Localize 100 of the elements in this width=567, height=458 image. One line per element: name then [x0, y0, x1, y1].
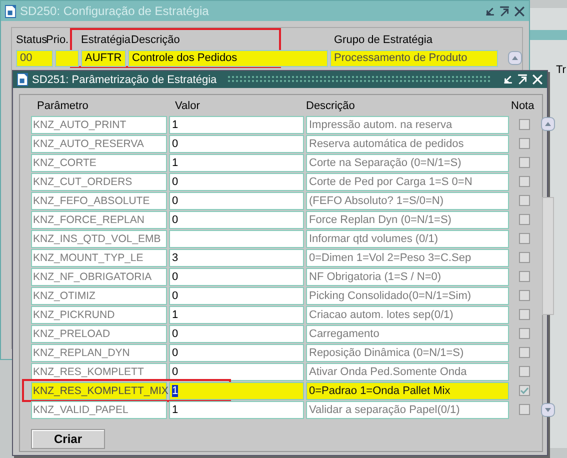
description-field[interactable]: 0=Padrao 1=Onda Pallet Mix — [306, 382, 509, 400]
description-field[interactable]: 0=Dimen 1=Vol 2=Peso 3=C.Sep — [306, 248, 509, 266]
description-field[interactable]: (FEFO Absoluto? 1=S/0=N) — [306, 192, 509, 210]
parameter-field[interactable]: KNZ_MOUNT_TYP_LE — [31, 248, 167, 266]
parameter-field[interactable]: KNZ_PICKRUND — [31, 306, 167, 324]
table-row[interactable]: KNZ_VALID_PAPEL 1 Validar a separação Papel(0/1) — [31, 400, 537, 419]
value-field[interactable]: 1 — [169, 116, 304, 134]
value-field[interactable]: 0 — [169, 192, 304, 210]
parameter-field[interactable]: KNZ_REPLAN_DYN — [31, 344, 167, 362]
parameter-field[interactable]: KNZ_AUTO_RESERVA — [31, 134, 167, 152]
close-icon[interactable] — [514, 6, 525, 16]
priority-field[interactable] — [55, 50, 79, 66]
value-field[interactable]: 0 — [169, 172, 304, 190]
description-field[interactable]: Carregamento — [306, 324, 509, 342]
column-header: Descrição — [306, 100, 356, 112]
value-field[interactable]: 3 — [169, 248, 304, 266]
table-row[interactable]: KNZ_AUTO_RESERVA 0 Reserva automática de pedidos — [31, 134, 537, 153]
parameter-field[interactable]: KNZ_AUTO_PRINT — [31, 116, 167, 134]
description-field[interactable]: NF Obrigatoria (1=S / N=0) — [306, 268, 509, 286]
checkbox[interactable] — [518, 252, 530, 263]
table-row[interactable]: KNZ_CUT_ORDERS 0 Corte de Ped por Carga 1=S 0=N — [31, 172, 537, 191]
description-field[interactable]: Force Replan Dyn (0=N/1=S) — [306, 210, 509, 228]
checkbox[interactable] — [518, 347, 530, 358]
table-row[interactable]: KNZ_PICKRUND 1 Criacao autom. lotes sep(0/1) — [31, 305, 537, 324]
table-row[interactable]: KNZ_FEFO_ABSOLUTE 0 (FEFO Absoluto? 1=S/0=N) — [31, 191, 537, 210]
table-row[interactable]: KNZ_CORTE 1 Corte na Separação (0=N/1=S) — [31, 153, 537, 172]
app-icon — [17, 73, 28, 86]
value-field[interactable]: 0 — [169, 362, 304, 380]
value-field[interactable]: 1 — [169, 154, 304, 172]
scroll-thumb[interactable] — [542, 197, 554, 315]
description-field[interactable]: Reserva automática de pedidos — [306, 134, 509, 152]
description-field[interactable]: Informar qtd volumes (0/1) — [306, 230, 509, 248]
checkbox[interactable] — [518, 176, 530, 187]
value-field[interactable]: 0 — [169, 210, 304, 228]
value-field[interactable]: 0 — [169, 134, 304, 152]
create-button[interactable]: Criar — [31, 429, 105, 449]
value-field[interactable] — [169, 230, 304, 248]
parameter-field[interactable]: KNZ_FORCE_REPLAN — [31, 210, 167, 228]
table-row[interactable]: KNZ_MOUNT_TYP_LE 3 0=Dimen 1=Vol 2=Peso 3=C.Sep — [31, 248, 537, 267]
value-field[interactable]: 0 — [169, 268, 304, 286]
parameter-field[interactable]: KNZ_CORTE — [31, 154, 167, 172]
column-header: Grupo de Estratégia — [334, 34, 432, 46]
checkbox[interactable] — [518, 214, 530, 225]
status-field[interactable]: 00 — [16, 50, 53, 66]
description-field[interactable]: Corte de Ped por Carga 1=S 0=N — [306, 172, 509, 190]
column-header: Status — [16, 34, 46, 46]
checkbox[interactable] — [518, 366, 530, 377]
description-field[interactable]: Impressão autom. na reserva — [306, 116, 509, 134]
description-field[interactable]: Reposição Dinâmica (0=N/1=S) — [306, 344, 509, 362]
scroll-up-icon[interactable] — [508, 51, 522, 65]
value-field[interactable]: 1 — [169, 382, 304, 400]
table-row[interactable]: KNZ_OTIMIZ 0 Picking Consolidado(0=N/1=Sim) — [31, 286, 537, 305]
checkbox[interactable] — [518, 309, 530, 320]
table-row[interactable]: KNZ_REPLAN_DYN 0 Reposição Dinâmica (0=N/1=S) — [31, 343, 537, 362]
column-header: Parâmetro — [36, 100, 90, 112]
table-row[interactable]: KNZ_NF_OBRIGATORIA 0 NF Obrigatoria (1=S / N=0) — [31, 267, 537, 286]
parameter-field[interactable]: KNZ_CUT_ORDERS — [31, 172, 167, 190]
value-field[interactable]: 0 — [169, 344, 304, 362]
checkbox[interactable] — [518, 271, 530, 282]
group-field[interactable]: Processamento de Produto — [330, 50, 498, 66]
description-field[interactable]: Corte na Separação (0=N/1=S) — [306, 154, 509, 172]
column-header: Nota — [511, 100, 536, 112]
value-field[interactable]: 1 — [169, 400, 304, 418]
table-row[interactable]: KNZ_AUTO_PRINT 1 Impressão autom. na reserva — [31, 115, 537, 134]
checkbox[interactable] — [518, 290, 530, 301]
parameter-field[interactable]: KNZ_RES_KOMPLETT — [31, 362, 167, 380]
scroll-up-icon[interactable] — [541, 117, 555, 131]
window-title: SD251: Parâmetrização de Estratégia — [32, 74, 217, 86]
column-header: Descrição — [131, 34, 181, 46]
description-field[interactable]: Ativar Onda Ped.Somente Onda — [306, 362, 509, 380]
description-field[interactable]: Controle dos Pedidos — [128, 50, 328, 66]
checkbox[interactable] — [518, 328, 530, 339]
description-field[interactable]: Criacao autom. lotes sep(0/1) — [306, 306, 509, 324]
parameter-field[interactable]: KNZ_OTIMIZ — [31, 286, 167, 304]
checkbox[interactable] — [518, 385, 530, 396]
parameter-field[interactable]: KNZ_PRELOAD — [31, 324, 167, 342]
table-row[interactable]: KNZ_FORCE_REPLAN 0 Force Replan Dyn (0=N/1=S) — [31, 210, 537, 229]
checkbox[interactable] — [518, 195, 530, 206]
checkbox[interactable] — [518, 119, 530, 130]
strategy-field[interactable]: AUFTR — [81, 50, 126, 66]
value-field[interactable]: 1 — [169, 306, 304, 324]
table-row[interactable]: KNZ_PRELOAD 0 Carregamento — [31, 324, 537, 343]
description-field[interactable]: Validar a separação Papel(0/1) — [306, 400, 509, 418]
checkbox[interactable] — [518, 138, 530, 149]
minimize-icon[interactable] — [484, 6, 495, 16]
description-field[interactable]: Picking Consolidado(0=N/1=Sim) — [306, 286, 509, 304]
value-field[interactable]: 0 — [169, 286, 304, 304]
checkbox[interactable] — [518, 157, 530, 168]
maximize-icon[interactable] — [499, 6, 510, 16]
parameter-field[interactable]: KNZ_NF_OBRIGATORIA — [31, 268, 167, 286]
value-field[interactable]: 0 — [169, 324, 304, 342]
parameter-field[interactable]: KNZ_FEFO_ABSOLUTE — [31, 192, 167, 210]
parameter-field[interactable]: KNZ_VALID_PAPEL — [31, 400, 167, 418]
checkbox[interactable] — [518, 404, 530, 415]
parameter-field[interactable]: KNZ_INS_QTD_VOL_EMB — [31, 230, 167, 248]
checkbox[interactable] — [518, 233, 530, 244]
scroll-down-icon[interactable] — [541, 403, 555, 417]
table-row[interactable]: KNZ_INS_QTD_VOL_EMB Informar qtd volumes (0/1) — [31, 229, 537, 248]
table-row[interactable]: KNZ_RES_KOMPLETT 0 Ativar Onda Ped.Somente Onda — [31, 362, 537, 381]
column-header: Prio. — [46, 34, 70, 46]
